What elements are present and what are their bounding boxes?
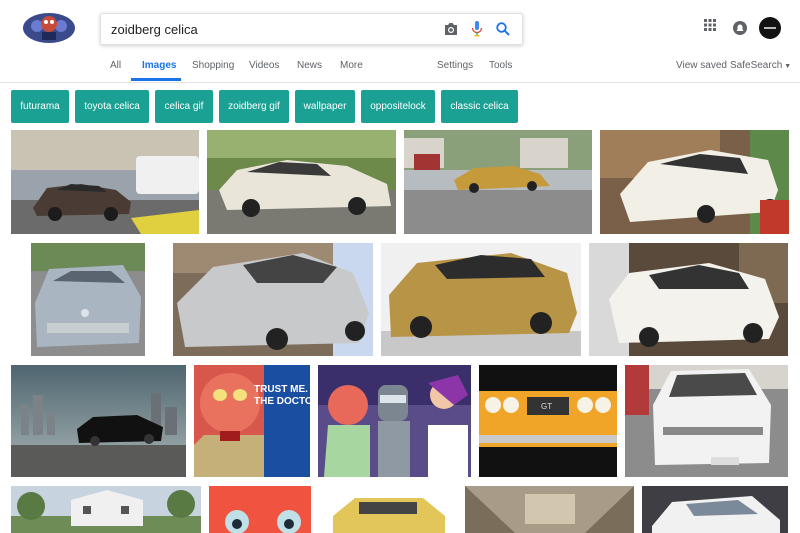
- safesearch-link[interactable]: SafeSearch ▼: [730, 60, 791, 71]
- image-result[interactable]: [11, 365, 186, 477]
- image-result[interactable]: [465, 486, 634, 533]
- doodle-logo[interactable]: [22, 12, 76, 44]
- safesearch-label: SafeSearch: [730, 60, 783, 71]
- notifications-icon[interactable]: [733, 21, 747, 40]
- search-tabs: All Images Shopping Videos News More Set…: [0, 54, 800, 82]
- tab-videos[interactable]: Videos: [249, 60, 279, 71]
- apps-grid-icon[interactable]: [704, 18, 716, 36]
- chip-celica-gif[interactable]: celica gif: [155, 90, 213, 123]
- image-result[interactable]: [31, 243, 145, 356]
- image-result[interactable]: [642, 486, 788, 533]
- tab-settings[interactable]: Settings: [437, 60, 473, 71]
- chip-futurama[interactable]: futurama: [11, 90, 69, 123]
- image-result[interactable]: [11, 486, 201, 533]
- image-result[interactable]: [625, 365, 788, 477]
- image-result[interactable]: [600, 130, 789, 234]
- image-result[interactable]: [319, 486, 457, 533]
- image-text-doctor: THE DOCTO: [254, 396, 310, 407]
- image-result[interactable]: [11, 130, 199, 234]
- tab-images[interactable]: Images: [142, 60, 176, 71]
- chip-oppositelock[interactable]: oppositelock: [361, 90, 435, 123]
- image-result[interactable]: [207, 130, 396, 234]
- image-result[interactable]: [209, 486, 311, 533]
- search-input[interactable]: [111, 20, 431, 38]
- tab-more[interactable]: More: [340, 60, 363, 71]
- chip-classic-celica[interactable]: classic celica: [441, 90, 518, 123]
- tab-shopping[interactable]: Shopping: [192, 60, 234, 71]
- chip-toyota-celica[interactable]: toyota celica: [75, 90, 149, 123]
- tab-tools[interactable]: Tools: [489, 60, 512, 71]
- image-result[interactable]: [381, 243, 581, 356]
- account-avatar[interactable]: [759, 17, 781, 44]
- header: All Images Shopping Videos News More Set…: [0, 0, 800, 83]
- tab-all[interactable]: All: [110, 60, 121, 71]
- image-result[interactable]: [173, 243, 373, 356]
- search-box: [100, 13, 523, 45]
- caret-down-icon: ▼: [784, 63, 792, 70]
- related-search-chips: futurama toyota celica celica gif zoidbe…: [0, 90, 800, 124]
- image-result[interactable]: [589, 243, 788, 356]
- microphone-icon[interactable]: [467, 19, 487, 39]
- image-text-gt: GT: [541, 402, 552, 411]
- search-icon[interactable]: [493, 19, 513, 39]
- active-tab-indicator: [131, 78, 181, 81]
- chip-wallpaper[interactable]: wallpaper: [295, 90, 355, 123]
- chip-zoidberg-gif[interactable]: zoidberg gif: [219, 90, 289, 123]
- image-result[interactable]: [404, 130, 592, 234]
- image-result[interactable]: GT: [479, 365, 617, 477]
- image-result[interactable]: TRUST ME. THE DOCTO: [194, 365, 310, 477]
- image-result[interactable]: [318, 365, 471, 477]
- view-saved-link[interactable]: View saved: [676, 60, 727, 71]
- tab-news[interactable]: News: [297, 60, 322, 71]
- image-text-trust: TRUST ME.: [254, 384, 308, 395]
- camera-icon[interactable]: [441, 19, 461, 39]
